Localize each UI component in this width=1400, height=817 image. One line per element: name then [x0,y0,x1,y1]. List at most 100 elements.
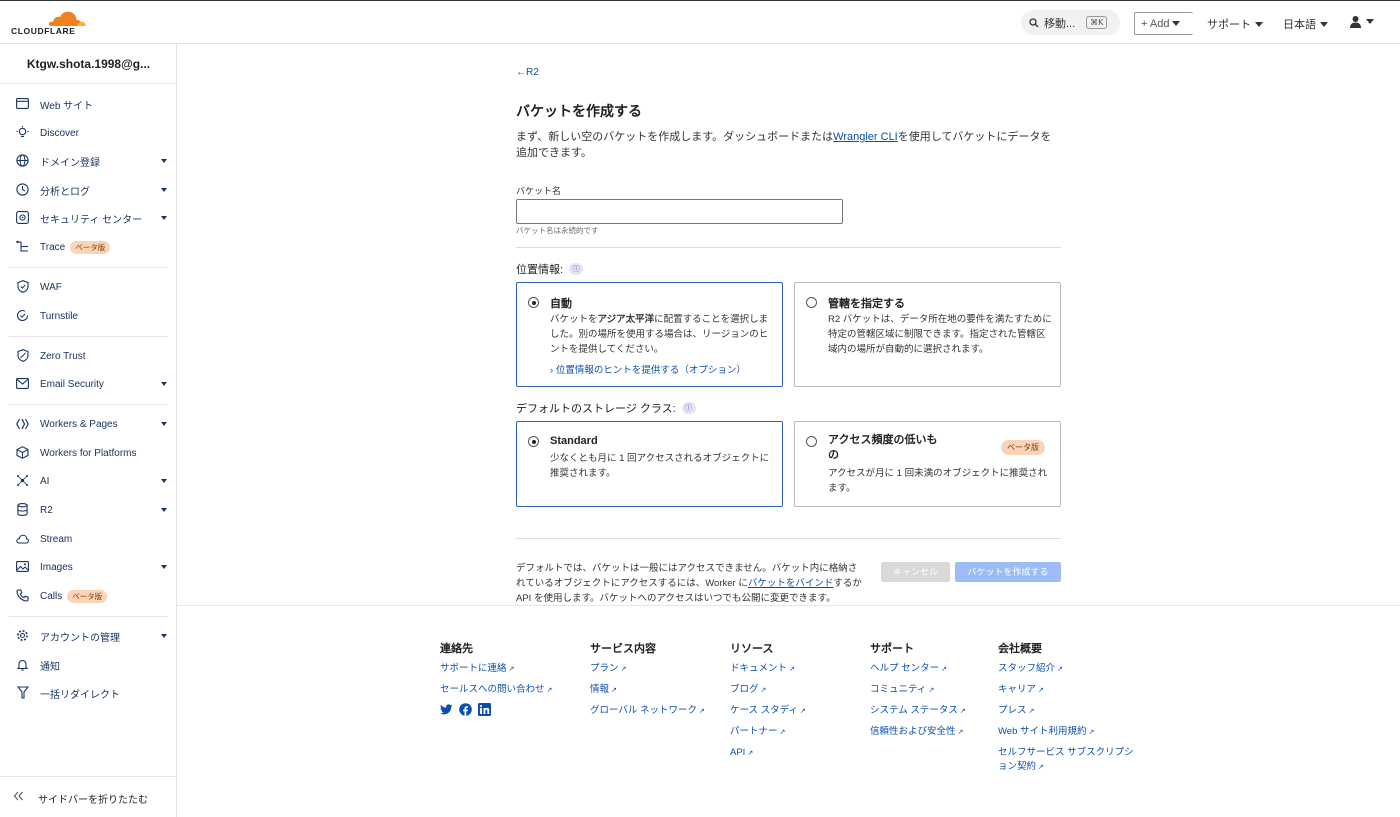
sidebar-item-websites[interactable]: Web サイト [0,91,177,117]
footer-link[interactable]: セルフサービス サブスクリプション契約 ↗ [998,746,1138,775]
sidebar-item-trace[interactable]: Trace ベータ版 [0,234,177,260]
user-menu[interactable] [1349,15,1374,28]
footer-link[interactable]: ケース スタディ ↗ [730,704,850,719]
footer-link[interactable]: セールスへの問い合わせ ↗ [440,683,580,698]
footer-link[interactable]: パートナー ↗ [730,725,850,740]
sidebar-item-label: Stream [40,533,73,545]
sidebar-item-images[interactable]: Images [0,554,177,580]
location-option-automatic[interactable]: 自動 バケットをアジア太平洋に配置することを選択しました。別の場所を使用する場合… [516,282,783,387]
storage-option-standard[interactable]: Standard 少なくとも月に 1 回アクセスされるオブジェクトに推奨されます… [516,421,783,507]
create-bucket-button[interactable]: バケットを作成する [955,562,1061,582]
info-icon[interactable]: ⓘ [681,402,696,414]
divider [0,83,177,84]
radio-infrequent[interactable] [806,436,817,447]
radio-automatic[interactable] [528,297,539,308]
storage-option-infrequent[interactable]: アクセス頻度の低いもの ベータ版 アクセスが月に 1 回未満のオブジェクトに推奨… [794,421,1061,507]
bucket-name-input[interactable] [516,199,843,224]
beta-badge: ベータ版 [1001,440,1045,455]
external-link-icon: ↗ [1088,729,1095,736]
sidebar-item-analytics[interactable]: 分析とログ [0,177,177,203]
footer-column-services: サービス内容 プラン ↗ 情報 ↗ グローバル ネットワーク ↗ [590,640,710,725]
add-button[interactable]: + Add [1134,12,1193,35]
footer-link[interactable]: ブログ ↗ [730,683,850,698]
cloudflare-logo[interactable]: CLOUDFLARE [11,9,87,37]
sidebar-item-notifications[interactable]: 通知 [0,652,177,678]
sidebar-item-turnstile[interactable]: Turnstile [0,303,177,329]
sidebar-item-zero-trust[interactable]: Zero Trust [0,343,177,369]
sidebar-item-stream[interactable]: Stream [0,526,177,552]
sidebar-item-waf[interactable]: WAF [0,274,177,300]
sidebar-item-bulk-redirects[interactable]: 一括リダイレクト [0,680,177,706]
footer-link[interactable]: プラン ↗ [590,662,710,677]
ai-icon [16,474,29,487]
location-option-jurisdiction[interactable]: 管轄を指定する R2 バケットは、データ所在地の要件を満たすために特定の管轄区域… [794,282,1061,387]
sidebar-item-discover[interactable]: Discover [0,120,177,146]
info-icon[interactable]: ⓘ [569,263,584,275]
sidebar-item-account-management[interactable]: アカウントの管理 [0,623,177,649]
footer-link[interactable]: 情報 ↗ [590,683,710,698]
sidebar-item-ai[interactable]: AI [0,468,177,494]
external-link-icon: ↗ [747,750,754,757]
footer-link[interactable]: プレス ↗ [998,704,1138,719]
external-link-icon: ↗ [1038,764,1044,771]
external-link-icon: ↗ [959,708,966,715]
footer-link[interactable]: Web サイト利用規約 ↗ [998,725,1138,740]
back-link[interactable]: ←R2 [516,67,539,78]
footer-link[interactable]: サポートに連絡 ↗ [440,662,580,677]
footer-link[interactable]: キャリア ↗ [998,683,1138,698]
footer-link[interactable]: システム ステータス ↗ [870,704,990,719]
footer-heading: サービス内容 [590,643,656,655]
top-header: CLOUDFLARE 移動... ⌘K + Add サポート 日本語 [0,0,1400,44]
footer-link[interactable]: ドキュメント ↗ [730,662,850,677]
footer-link[interactable]: API ↗ [730,746,850,761]
beta-badge: ベータ版 [67,589,108,603]
radio-standard[interactable] [528,436,539,447]
search-icon [1029,17,1039,27]
external-link-icon: ↗ [1028,708,1035,715]
facebook-icon[interactable] [459,703,472,716]
wrangler-cli-link[interactable]: Wrangler CLI [833,131,898,143]
location-hint-link[interactable]: › 位置情報のヒントを提供する（オプション） [550,362,746,376]
sidebar-item-label: セキュリティ センター [40,214,143,226]
footer-link[interactable]: グローバル ネットワーク ↗ [590,704,710,719]
sidebar-item-workers-pages[interactable]: Workers & Pages [0,411,177,437]
chevron-down-icon [161,422,167,426]
sidebar-item-r2[interactable]: R2 [0,497,177,523]
collapse-sidebar-button[interactable]: サイドバーを折りたたむ [0,776,177,817]
location-hint-label: 位置情報のヒントを提供する（オプション） [555,365,746,376]
twitter-icon[interactable] [440,703,453,716]
user-icon [1350,16,1361,28]
sidebar-item-security-center[interactable]: セキュリティ センター [0,205,177,231]
linkedin-icon[interactable] [478,703,491,716]
email-icon [16,377,29,390]
add-label: + Add [1141,17,1170,30]
footer-column-contact: 連絡先 サポートに連絡 ↗ セールスへの問い合わせ ↗ [440,640,580,704]
footer-link[interactable]: ヘルプ センター ↗ [870,662,990,677]
external-link-icon: ↗ [620,666,627,673]
sidebar-item-workers-for-platforms[interactable]: Workers for Platforms [0,440,177,466]
external-link-icon: ↗ [546,687,553,694]
chevron-down-icon [161,216,167,220]
bind-bucket-link[interactable]: バケットをバインド [748,578,834,589]
footer-link[interactable]: スタッフ紹介 ↗ [998,662,1138,677]
radio-jurisdiction[interactable] [806,297,817,308]
chevron-down-icon [161,565,167,569]
sidebar-item-label: Images [40,561,73,573]
external-link-icon: ↗ [941,666,948,673]
turnstile-icon [16,309,29,322]
support-menu[interactable]: サポート [1207,16,1263,32]
footer-link[interactable]: コミュニティ ↗ [870,683,990,698]
sidebar-item-email-security[interactable]: Email Security [0,371,177,397]
search-button[interactable]: 移動... ⌘K [1021,10,1120,35]
chevron-down-icon [161,508,167,512]
external-link-icon: ↗ [789,666,795,673]
footer-link[interactable]: 信頼性および安全性 ↗ [870,725,990,740]
sidebar-item-domain-registration[interactable]: ドメイン登録 [0,148,177,174]
sidebar-item-calls[interactable]: Calls ベータ版 [0,583,177,609]
social-links [440,703,491,716]
language-menu[interactable]: 日本語 [1283,16,1328,32]
collapse-label: サイドバーを折りたたむ [38,795,148,806]
cancel-button[interactable]: キャンセル [881,562,950,582]
account-name[interactable]: Ktgw.shota.1998@g... [0,57,177,71]
chevron-down-icon [161,188,167,192]
